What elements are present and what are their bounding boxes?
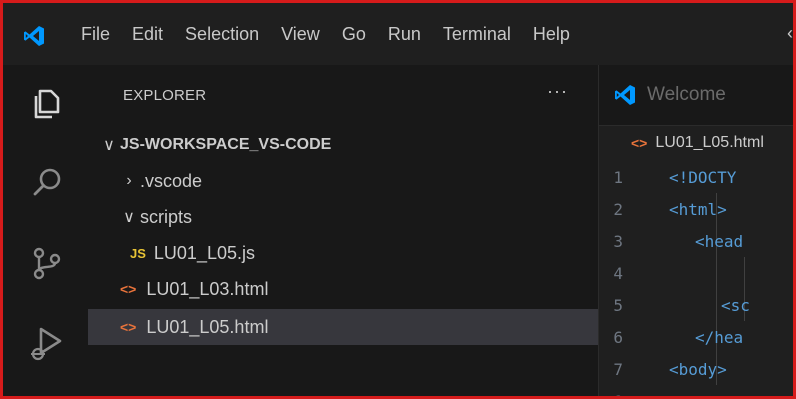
tree-folder-scripts[interactable]: ∨ scripts bbox=[88, 199, 598, 235]
tree-folder-vscode[interactable]: › .vscode bbox=[88, 163, 598, 199]
code-line: 3 <head bbox=[599, 225, 793, 257]
menu-run[interactable]: Run bbox=[388, 24, 421, 45]
code-text: <html> bbox=[669, 199, 727, 219]
explorer-sidebar: EXPLORER ··· ∨ JS-WORKSPACE_VS-CODE › .v… bbox=[88, 65, 599, 396]
tab-label: Welcome bbox=[647, 84, 726, 105]
menu-selection[interactable]: Selection bbox=[185, 24, 259, 45]
code-line: 8 bbox=[599, 385, 793, 397]
tree-item-label: LU01_L05.js bbox=[153, 242, 255, 263]
code-line: 5 <sc bbox=[599, 289, 793, 321]
line-number: 5 bbox=[613, 295, 623, 315]
menu-bar: File Edit Selection View Go Run Terminal… bbox=[81, 3, 592, 65]
tree-item-label: LU01_L03.html bbox=[146, 278, 269, 299]
code-line: 4 bbox=[599, 257, 793, 289]
menu-terminal[interactable]: Terminal bbox=[443, 24, 511, 45]
menu-edit[interactable]: Edit bbox=[132, 24, 163, 45]
tab-welcome[interactable]: Welcome bbox=[599, 65, 726, 125]
line-number: 3 bbox=[613, 231, 623, 251]
tree-root-folder[interactable]: ∨ JS-WORKSPACE_VS-CODE bbox=[88, 127, 598, 163]
tree-item-label: scripts bbox=[140, 206, 193, 227]
title-bar: File Edit Selection View Go Run Terminal… bbox=[3, 3, 793, 65]
line-number: 1 bbox=[613, 167, 623, 187]
nav-back-icon[interactable]: ‹ bbox=[787, 23, 793, 44]
run-debug-icon[interactable] bbox=[27, 323, 67, 363]
code-line: 2 <html> bbox=[599, 193, 793, 225]
vscode-logo-icon bbox=[24, 26, 44, 46]
menu-view[interactable]: View bbox=[281, 24, 320, 45]
js-file-icon: JS bbox=[130, 245, 146, 261]
tab-bar: Welcome bbox=[599, 65, 793, 126]
line-number: 2 bbox=[613, 199, 623, 219]
line-number: 8 bbox=[599, 392, 669, 397]
html-file-icon: <> bbox=[120, 281, 137, 297]
menu-help[interactable]: Help bbox=[533, 24, 570, 45]
breadcrumb[interactable]: <> LU01_L05.html bbox=[599, 125, 793, 161]
explorer-title: EXPLORER bbox=[123, 87, 207, 104]
search-icon[interactable] bbox=[27, 163, 67, 203]
code-text: <sc bbox=[721, 295, 750, 315]
chevron-right-icon: › bbox=[126, 172, 132, 189]
source-control-icon[interactable] bbox=[27, 243, 67, 283]
code-text: <head bbox=[695, 231, 744, 251]
menu-go[interactable]: Go bbox=[342, 24, 366, 45]
vscode-logo-icon bbox=[615, 85, 635, 105]
breadcrumb-file: LU01_L05.html bbox=[655, 134, 764, 151]
chevron-down-icon: ∨ bbox=[103, 137, 115, 154]
line-number: 6 bbox=[613, 327, 623, 347]
html-file-icon: <> bbox=[120, 319, 137, 335]
tree-file-html-selected[interactable]: <> LU01_L05.html bbox=[88, 309, 598, 345]
files-icon[interactable] bbox=[27, 83, 67, 123]
tree-item-label: JS-WORKSPACE_VS-CODE bbox=[120, 136, 332, 153]
code-line: 7 <body> bbox=[599, 353, 793, 385]
html-file-icon: <> bbox=[631, 135, 648, 151]
code-text: </hea bbox=[695, 327, 744, 347]
line-number: 7 bbox=[613, 359, 623, 379]
code-line: 1 <!DOCTY bbox=[599, 161, 793, 193]
tree-item-label: .vscode bbox=[140, 170, 203, 191]
menu-file[interactable]: File bbox=[81, 24, 110, 45]
code-line: 6 </hea bbox=[599, 321, 793, 353]
window-frame: File Edit Selection View Go Run Terminal… bbox=[0, 0, 796, 399]
tree-file-html[interactable]: <> LU01_L03.html bbox=[88, 271, 598, 307]
activity-bar bbox=[3, 65, 88, 396]
chevron-down-icon: ∨ bbox=[123, 209, 135, 226]
tree-file-js[interactable]: JS LU01_L05.js bbox=[88, 235, 598, 271]
tree-item-label: LU01_L05.html bbox=[146, 316, 269, 337]
code-text: <!DOCTY bbox=[669, 167, 737, 187]
more-actions-icon[interactable]: ··· bbox=[547, 81, 568, 102]
line-number: 4 bbox=[613, 263, 623, 283]
code-text: <body> bbox=[669, 359, 727, 379]
editor-area: Welcome <> LU01_L05.html 1 <!DOCTY 2 <ht… bbox=[599, 65, 793, 397]
